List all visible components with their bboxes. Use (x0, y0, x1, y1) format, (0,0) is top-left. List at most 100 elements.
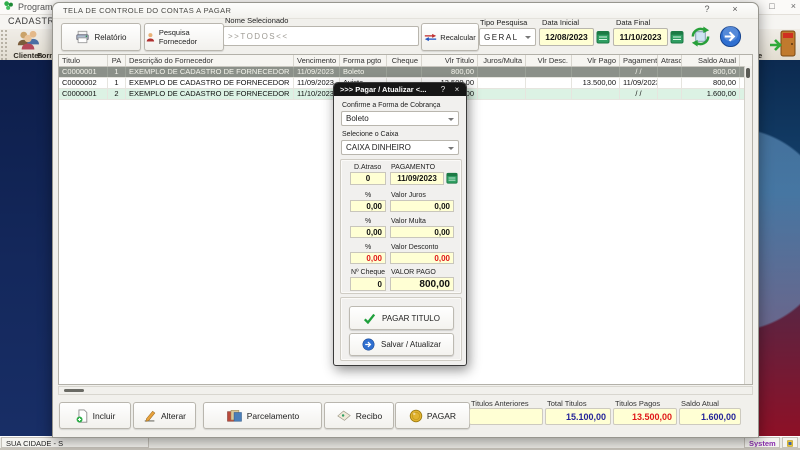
pencil-icon (144, 410, 156, 422)
column-header[interactable]: Vlr Desc. (526, 55, 572, 66)
dialog-close-button[interactable]: × (452, 85, 462, 94)
discount-value-field[interactable]: 0,00 (390, 252, 454, 264)
table-cell: 1 (108, 78, 126, 88)
new-document-icon (76, 408, 87, 423)
column-header[interactable]: Vencimento (294, 55, 340, 66)
column-header[interactable]: Descrição do Fornecedor (126, 55, 294, 66)
table-row[interactable]: C0000001 1 EXEMPLO DE CADASTRO DE FORNECED… (59, 67, 752, 78)
amount-paid-label: VALOR PAGO (391, 269, 436, 276)
refresh-button[interactable] (689, 25, 712, 48)
go-button[interactable] (719, 25, 742, 48)
end-date-calendar-icon[interactable] (670, 30, 684, 44)
pagar-label: PAGAR (426, 410, 457, 421)
swap-arrows-icon (425, 33, 437, 41)
search-type-select[interactable]: GERAL (479, 28, 536, 46)
table-cell: 1 (108, 67, 126, 77)
dialog-actions-group: PAGAR TITULO Salvar / Atualizar (340, 297, 462, 361)
interest-label: Valor Juros (391, 192, 426, 199)
supplier-search-button[interactable]: Pesquisa Fornecedor (144, 23, 224, 51)
table-cell: C0000001 (59, 89, 108, 99)
column-header[interactable]: PA (108, 55, 126, 66)
payment-date-calendar-icon[interactable] (446, 172, 458, 184)
discount-pct-field[interactable]: 0,00 (350, 252, 386, 264)
table-cell: 2 (108, 89, 126, 99)
fine-pct-field[interactable]: 0,00 (350, 226, 386, 238)
column-header[interactable]: Forma pgto (340, 55, 387, 66)
table-cell (526, 78, 572, 88)
status-system: System (744, 437, 780, 448)
billing-form-label: Confirme a Forma de Cobrança (342, 102, 441, 109)
end-date-field[interactable]: 11/10/2023 (613, 28, 668, 46)
payment-date-field[interactable]: 11/09/2023 (390, 172, 444, 185)
cashbox-select[interactable]: CAIXA DINHEIRO (341, 140, 459, 155)
column-header[interactable]: Vlr Titulo (422, 55, 478, 66)
table-cell: 800,00 (422, 67, 478, 77)
amount-paid-field[interactable]: 800,00 (390, 277, 454, 291)
interest-pct-label: % (365, 192, 372, 199)
blue-arrow-icon (719, 25, 742, 48)
table-header-row: Titulo PA Descrição do Fornecedor Venciment… (59, 55, 752, 67)
fine-value-field[interactable]: 0,00 (390, 226, 454, 238)
supplier-search-label: Pesquisa Fornecedor (158, 28, 198, 46)
vertical-scroll-thumb[interactable] (746, 68, 750, 78)
column-header[interactable]: Atraso (658, 55, 682, 66)
table-cell (526, 67, 572, 77)
table-cell (572, 89, 620, 99)
report-button[interactable]: Relatório (61, 23, 141, 51)
table-cell: 800,00 (682, 67, 740, 77)
check-number-field[interactable]: 0 (350, 277, 386, 291)
alterar-button[interactable]: Alterar (133, 402, 196, 429)
bg-restore-button[interactable]: □ (769, 1, 774, 11)
delay-days-field[interactable]: 0 (350, 172, 386, 185)
table-cell (478, 67, 526, 77)
column-header[interactable]: Vlr Pago (572, 55, 620, 66)
status-city: SUA CIDADE - S (1, 437, 149, 448)
incluir-button[interactable]: Incluir (59, 402, 131, 429)
alterar-label: Alterar (160, 410, 187, 421)
table-cell (478, 89, 526, 99)
column-header[interactable]: Saldo Atual (682, 55, 740, 66)
pay-update-dialog: >>> Pagar / Atualizar <... ? × Confirme … (333, 82, 467, 366)
start-date-field[interactable]: 12/08/2023 (539, 28, 594, 46)
window-title: TELA DE CONTROLE DO CONTAS A PAGAR (63, 6, 232, 15)
toolbar-item-exit[interactable] (766, 30, 800, 58)
receipt-tag-icon (337, 410, 351, 421)
recibo-label: Recibo (355, 410, 383, 421)
pay-title-button[interactable]: PAGAR TITULO (349, 306, 454, 330)
interest-pct-field[interactable]: 0,00 (350, 200, 386, 212)
dialog-help-button[interactable]: ? (438, 85, 448, 94)
window-help-button[interactable]: ? (700, 4, 714, 14)
table-vertical-scrollbar[interactable] (744, 66, 752, 384)
column-header[interactable]: Titulo (59, 55, 108, 66)
start-date-calendar-icon[interactable] (596, 30, 610, 44)
clients-icon (17, 30, 39, 50)
table-cell: 13.500,00 (572, 78, 620, 88)
horizontal-scroll-thumb[interactable] (64, 389, 84, 392)
bg-close-button[interactable]: × (791, 1, 796, 11)
column-header[interactable]: Juros/Multa (478, 55, 526, 66)
check-number-label: Nº Cheque (351, 269, 386, 276)
recalculate-button[interactable]: Recalcular (421, 23, 479, 51)
saldo-atual-label: Saldo Atual (681, 399, 719, 408)
pay-title-label: PAGAR TITULO (382, 313, 440, 323)
recibo-button[interactable]: Recibo (324, 402, 394, 429)
table-cell: 1.600,00 (682, 89, 740, 99)
blue-arrow-icon (362, 338, 375, 351)
billing-form-select[interactable]: Boleto (341, 111, 459, 126)
table-cell: Boleto (340, 67, 387, 77)
interest-value-field[interactable]: 0,00 (390, 200, 454, 212)
pagar-button[interactable]: PAGAR (395, 402, 470, 429)
parcelamento-button[interactable]: Parcelamento (203, 402, 322, 429)
column-header[interactable]: Pagamento (620, 55, 658, 66)
system-tray-icon[interactable] (782, 437, 798, 448)
saldo-atual-value: 1.600,00 (679, 408, 741, 425)
desktop-wallpaper-right (757, 60, 800, 437)
table-cell: C0000002 (59, 78, 108, 88)
name-selected-field[interactable]: >>TODOS<< (223, 26, 419, 46)
save-update-button[interactable]: Salvar / Atualizar (349, 333, 454, 356)
cashbox-label: Selecione o Caixa (342, 131, 399, 138)
window-close-button[interactable]: × (728, 4, 742, 14)
delay-days-label: D.Atraso (354, 164, 382, 171)
column-header[interactable]: Cheque (387, 55, 422, 66)
table-horizontal-scrollbar[interactable] (58, 386, 753, 395)
